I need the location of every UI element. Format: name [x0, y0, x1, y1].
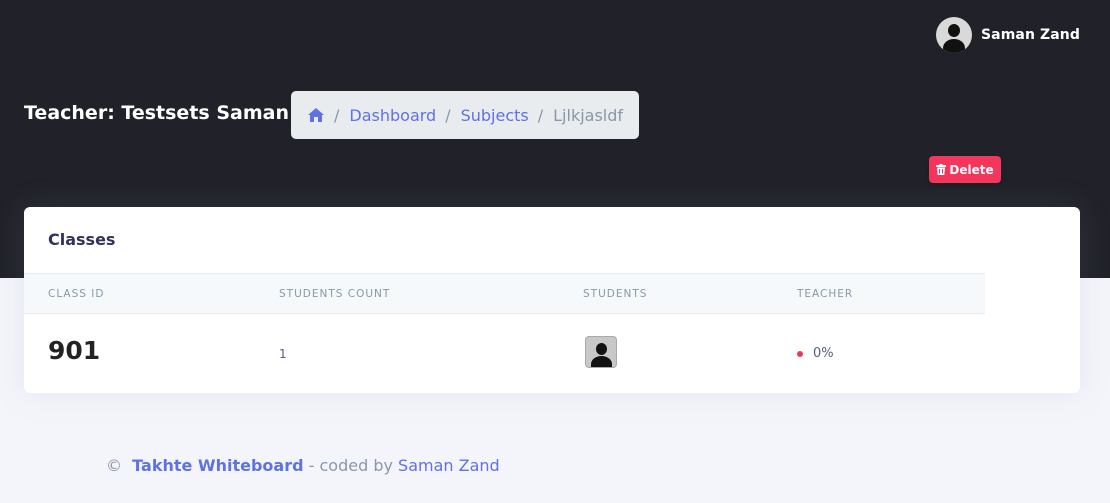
students-count-cell: 1 [279, 347, 287, 361]
delete-label: Delete [949, 162, 994, 177]
classes-card: Classes CLASS ID STUDENTS COUNT STUDENTS… [24, 207, 1080, 393]
delete-button[interactable]: Delete [929, 156, 1001, 183]
footer: © Takhte Whiteboard - coded by Saman Zan… [106, 456, 500, 475]
card-title: Classes [48, 230, 116, 249]
student-avatar[interactable] [585, 336, 617, 368]
column-header-teacher[interactable]: TEACHER [797, 288, 853, 300]
column-header-students[interactable]: STUDENTS [583, 288, 647, 300]
table-header: CLASS ID STUDENTS COUNT STUDENTS TEACHER [24, 273, 985, 314]
footer-coded-by: - coded by [308, 456, 393, 475]
footer-brand-link[interactable]: Takhte Whiteboard [132, 456, 303, 475]
footer-author-link[interactable]: Saman Zand [398, 456, 500, 475]
breadcrumb-current: Ljlkjasldf [553, 105, 624, 125]
breadcrumb-separator: / [445, 105, 451, 125]
class-id-cell: 901 [48, 336, 101, 365]
trash-icon [936, 164, 947, 175]
page-title: Teacher: Testsets Saman [24, 102, 289, 124]
teacher-cell: 0% [797, 346, 834, 361]
user-menu[interactable]: Saman Zand [936, 17, 1080, 53]
column-header-class-id[interactable]: CLASS ID [48, 288, 104, 300]
breadcrumb-dashboard[interactable]: Dashboard [349, 106, 436, 125]
home-icon[interactable] [307, 107, 325, 123]
breadcrumb-separator: / [537, 105, 544, 125]
breadcrumb-subjects[interactable]: Subjects [461, 106, 529, 125]
column-header-students-count[interactable]: STUDENTS COUNT [279, 288, 390, 300]
breadcrumb-separator: / [334, 105, 340, 125]
breadcrumb: / Dashboard / Subjects / Ljlkjasldf [291, 91, 640, 139]
teacher-progress: 0% [813, 346, 834, 361]
user-name[interactable]: Saman Zand [981, 27, 1080, 43]
user-avatar[interactable] [936, 17, 972, 53]
copyright-symbol: © [106, 456, 122, 475]
status-dot-icon [797, 350, 803, 357]
